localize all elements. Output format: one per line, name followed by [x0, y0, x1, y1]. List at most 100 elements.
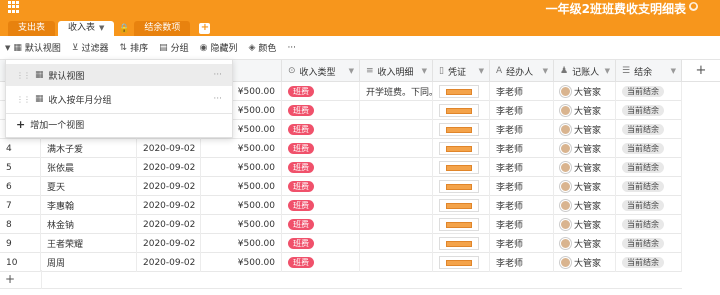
cell-amount[interactable]: ¥500.00 [201, 215, 282, 234]
cell-income-type[interactable]: 班费 [282, 120, 360, 139]
cell-income-type[interactable]: 班费 [282, 101, 360, 120]
cell-income-detail[interactable]: 开学班费。下同。 [360, 82, 433, 101]
add-row-button[interactable]: + [0, 270, 682, 289]
tab-expense[interactable]: 支出表 [8, 21, 56, 36]
cell-balance[interactable]: 当前结余 [616, 234, 682, 253]
view-item-default[interactable]: ⋮⋮ ▦ 默认视图 ··· [6, 64, 232, 86]
cell-recorder[interactable]: 大管家 [554, 234, 616, 253]
cell-handler[interactable]: 李老师 [490, 158, 554, 177]
cell-income-detail[interactable] [360, 196, 433, 215]
cell-income-detail[interactable] [360, 177, 433, 196]
cell-number[interactable]: 8 [0, 215, 41, 234]
cell-date[interactable]: 2020-09-02 [137, 177, 201, 196]
group-button[interactable]: ▤ 分组 [159, 41, 189, 55]
chevron-down-icon[interactable]: ▼ [479, 67, 484, 75]
cell-income-type[interactable]: 班费 [282, 196, 360, 215]
cell-handler[interactable]: 李老师 [490, 234, 554, 253]
cell-amount[interactable]: ¥500.00 [201, 196, 282, 215]
more-icon[interactable]: ··· [213, 70, 222, 80]
cell-amount[interactable]: ¥500.00 [201, 139, 282, 158]
cell-name[interactable]: 夏天 [41, 177, 137, 196]
cell-recorder[interactable]: 大管家 [554, 177, 616, 196]
tab-income[interactable]: 收入表 ▼ [58, 21, 115, 36]
add-view-button[interactable]: + 增加一个视图 [16, 118, 84, 131]
chevron-down-icon[interactable]: ▼ [99, 21, 104, 36]
attachment-thumbnail[interactable] [439, 161, 479, 174]
cell-recorder[interactable]: 大管家 [554, 158, 616, 177]
cell-income-type[interactable]: 班费 [282, 215, 360, 234]
sort-button[interactable]: ⇅ 排序 [120, 41, 149, 55]
cell-balance[interactable]: 当前结余 [616, 196, 682, 215]
cell-income-detail[interactable] [360, 101, 433, 120]
drag-handle-icon[interactable]: ⋮⋮ [16, 71, 31, 80]
cell-balance[interactable]: 当前结余 [616, 82, 682, 101]
chevron-down-icon[interactable]: ▼ [543, 67, 548, 75]
cell-name[interactable]: 李惠翰 [41, 196, 137, 215]
cell-date[interactable]: 2020-09-02 [137, 139, 201, 158]
attachment-thumbnail[interactable] [439, 256, 479, 269]
col-header-voucher[interactable]: ▯ 凭证 ▼ [433, 60, 490, 82]
attachment-thumbnail[interactable] [439, 199, 479, 212]
cell-handler[interactable]: 李老师 [490, 120, 554, 139]
cell-date[interactable]: 2020-09-02 [137, 158, 201, 177]
attachment-thumbnail[interactable] [439, 104, 479, 117]
cell-income-type[interactable]: 班费 [282, 177, 360, 196]
col-header-income-detail[interactable]: ≡ 收入明细 ▼ [360, 60, 433, 82]
cell-balance[interactable]: 当前结余 [616, 139, 682, 158]
cell-income-detail[interactable] [360, 234, 433, 253]
cell-recorder[interactable]: 大管家 [554, 215, 616, 234]
cell-number[interactable]: 4 [0, 139, 41, 158]
table-row[interactable]: 9 王者荣耀 2020-09-02 ¥500.00 班费 李老师 大管家 当前结余 [0, 234, 682, 253]
cell-date[interactable]: 2020-09-02 [137, 234, 201, 253]
col-header-income-type[interactable]: ⊙ 收入类型 ▼ [282, 60, 360, 82]
cell-voucher[interactable] [433, 215, 490, 234]
cell-recorder[interactable]: 大管家 [554, 196, 616, 215]
cell-recorder[interactable]: 大管家 [554, 82, 616, 101]
cell-balance[interactable]: 当前结余 [616, 101, 682, 120]
cell-balance[interactable]: 当前结余 [616, 177, 682, 196]
table-row[interactable]: 6 夏天 2020-09-02 ¥500.00 班费 李老师 大管家 当前结余 [0, 177, 682, 196]
cell-income-type[interactable]: 班费 [282, 139, 360, 158]
tab-balance[interactable]: 结余数项 [134, 21, 191, 36]
add-column-button[interactable]: + [682, 60, 720, 82]
cell-voucher[interactable] [433, 158, 490, 177]
cell-number[interactable]: 6 [0, 177, 41, 196]
filter-button[interactable]: ⊻ 过滤器 [72, 41, 109, 55]
cell-amount[interactable]: ¥500.00 [201, 158, 282, 177]
table-row[interactable]: 8 林金钠 2020-09-02 ¥500.00 班费 李老师 大管家 当前结余 [0, 215, 682, 234]
cell-balance[interactable]: 当前结余 [616, 215, 682, 234]
table-row[interactable]: 5 张依晨 2020-09-02 ¥500.00 班费 李老师 大管家 当前结余 [0, 158, 682, 177]
cell-number[interactable]: 9 [0, 234, 41, 253]
chevron-down-icon[interactable]: ▼ [422, 67, 427, 75]
cell-handler[interactable]: 李老师 [490, 177, 554, 196]
cell-income-detail[interactable] [360, 215, 433, 234]
attachment-thumbnail[interactable] [439, 123, 479, 136]
table-row[interactable]: 7 李惠翰 2020-09-02 ¥500.00 班费 李老师 大管家 当前结余 [0, 196, 682, 215]
cell-income-type[interactable]: 班费 [282, 158, 360, 177]
cell-voucher[interactable] [433, 196, 490, 215]
attachment-thumbnail[interactable] [439, 237, 479, 250]
cell-number[interactable]: 7 [0, 196, 41, 215]
add-tab-button[interactable]: + [199, 23, 211, 34]
col-header-recorder[interactable]: ♟ 记账人 ▼ [554, 60, 616, 82]
attachment-thumbnail[interactable] [439, 142, 479, 155]
chevron-down-icon[interactable]: ▼ [349, 67, 354, 75]
cell-handler[interactable]: 李老师 [490, 82, 554, 101]
col-header-balance[interactable]: ☰ 结余 ▼ [616, 60, 682, 82]
cell-name[interactable]: 张依晨 [41, 158, 137, 177]
cell-voucher[interactable] [433, 120, 490, 139]
cell-voucher[interactable] [433, 177, 490, 196]
info-icon[interactable]: ● [689, 2, 698, 11]
attachment-thumbnail[interactable] [439, 180, 479, 193]
apps-grid-icon[interactable] [8, 1, 20, 13]
cell-voucher[interactable] [433, 139, 490, 158]
view-item-by-month[interactable]: ⋮⋮ ▦ 收入按年月分组 ··· [6, 88, 232, 110]
cell-recorder[interactable]: 大管家 [554, 120, 616, 139]
table-row[interactable]: 4 满木子爱 2020-09-02 ¥500.00 班费 李老师 大管家 当前结余 [0, 139, 682, 158]
chevron-down-icon[interactable]: ▼ [671, 67, 676, 75]
cell-handler[interactable]: 李老师 [490, 196, 554, 215]
cell-handler[interactable]: 李老师 [490, 215, 554, 234]
cell-voucher[interactable] [433, 234, 490, 253]
attachment-thumbnail[interactable] [439, 85, 479, 98]
more-icon[interactable]: ··· [213, 94, 222, 104]
